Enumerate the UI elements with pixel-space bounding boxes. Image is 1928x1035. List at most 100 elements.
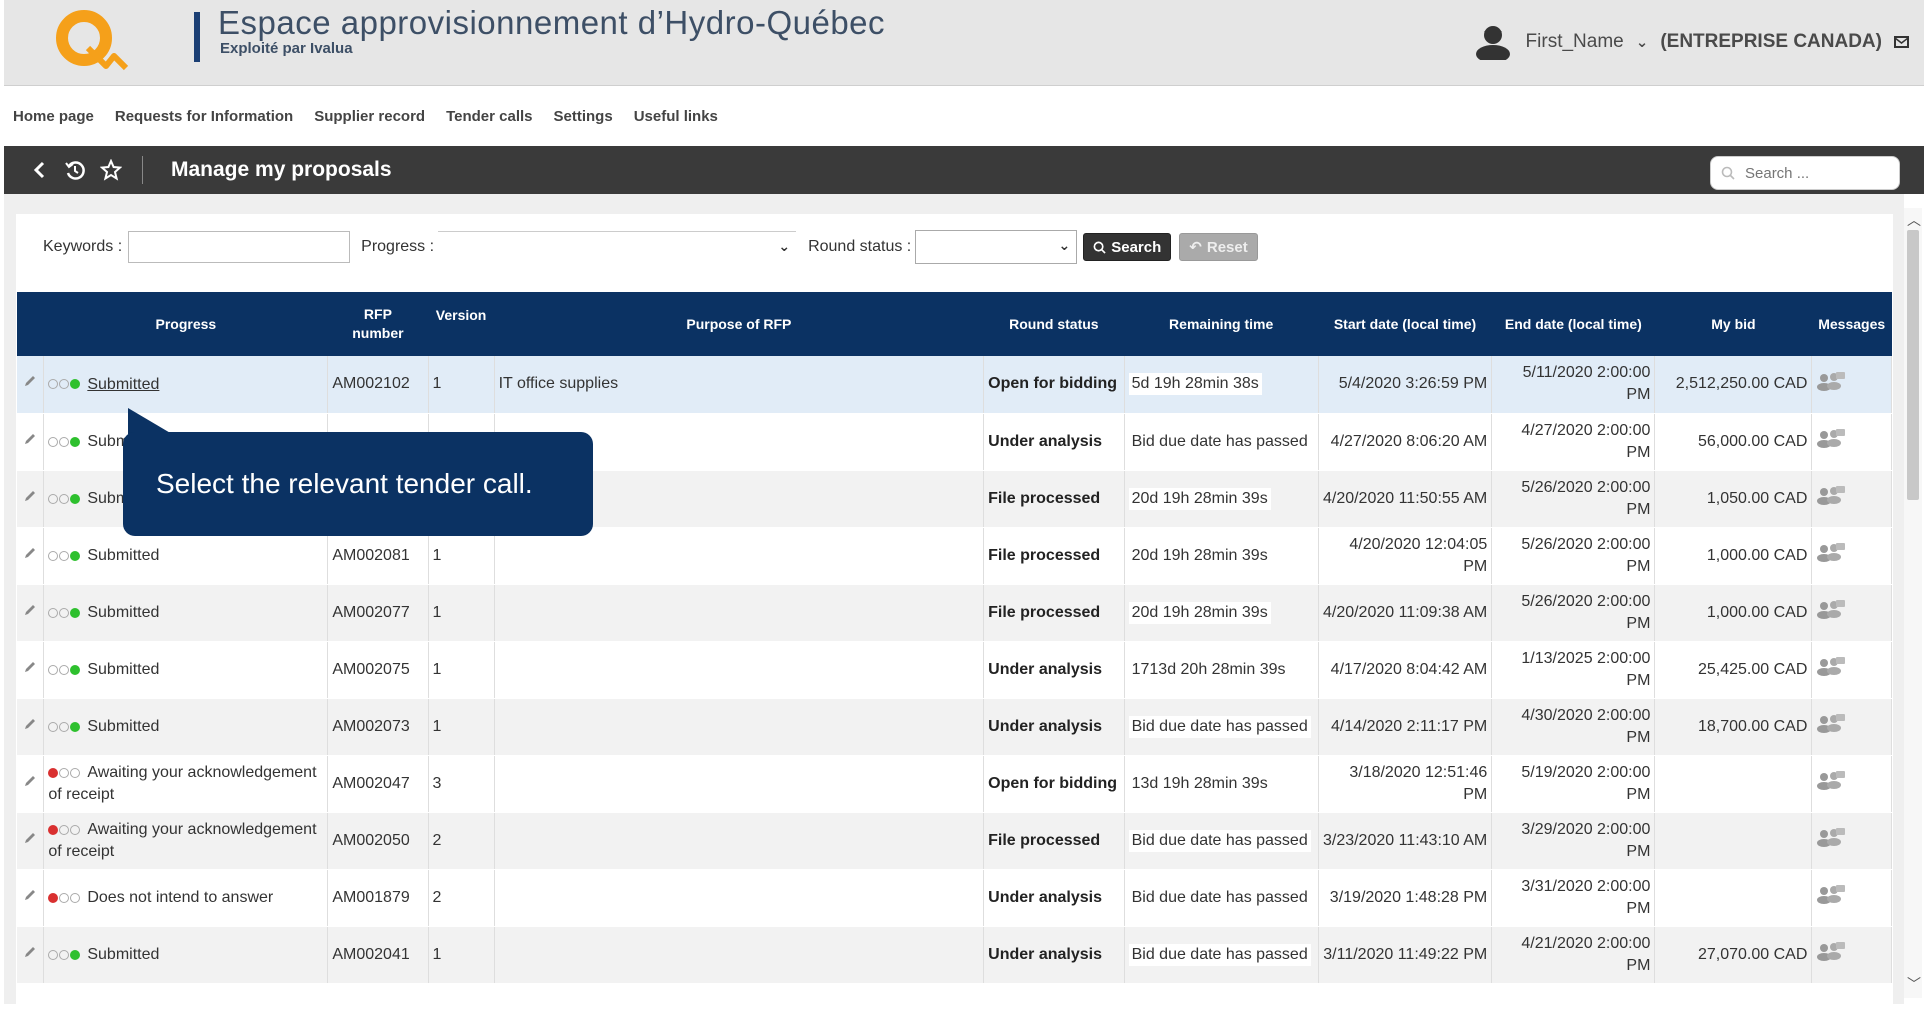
messages-users-icon[interactable]	[1816, 828, 1846, 851]
edit-cell[interactable]	[17, 926, 45, 984]
table-row[interactable]: Awaiting your acknowledgement of receipt…	[17, 755, 1892, 813]
pencil-edit-icon[interactable]	[23, 946, 37, 963]
user-name[interactable]: First_Name	[1526, 31, 1624, 53]
edit-cell[interactable]	[17, 698, 45, 756]
progress-cell[interactable]: Submitted	[43, 926, 329, 984]
back-icon[interactable]	[26, 157, 52, 183]
table-row[interactable]: Submitted AM002073 1 Under analysis Bid due …	[17, 698, 1892, 756]
nav-item-supplier-record[interactable]: Supplier record	[314, 108, 425, 125]
pencil-edit-icon[interactable]	[23, 547, 37, 564]
user-menu[interactable]: First_Name ⌄ (ENTREPRISE CANADA)	[1472, 24, 1910, 60]
table-row[interactable]: Does not intend to answer AM001879 2 Under …	[17, 869, 1892, 927]
progress-cell[interactable]: Submitted	[43, 698, 329, 756]
round-status-select[interactable]: ⌄	[915, 230, 1078, 264]
edit-cell[interactable]	[17, 755, 45, 813]
pencil-edit-icon[interactable]	[23, 832, 37, 849]
pencil-edit-icon[interactable]	[23, 375, 37, 392]
global-search[interactable]	[1710, 156, 1900, 190]
table-row[interactable]: Submitted AM002041 1 Under analysis Bid due …	[17, 926, 1892, 984]
pencil-edit-icon[interactable]	[23, 775, 37, 792]
messages-users-icon[interactable]	[1816, 657, 1846, 680]
history-icon[interactable]	[62, 157, 88, 183]
column-header-start-date[interactable]: Start date (local time)	[1318, 292, 1493, 356]
messages-cell[interactable]	[1811, 584, 1892, 642]
reset-button[interactable]: ↶ Reset	[1179, 233, 1258, 261]
scrollbar-thumb[interactable]	[1907, 230, 1919, 500]
column-header-round-status[interactable]: Round status	[983, 292, 1125, 356]
messages-users-icon[interactable]	[1816, 429, 1846, 452]
messages-users-icon[interactable]	[1816, 771, 1846, 794]
pencil-edit-icon[interactable]	[23, 661, 37, 678]
pencil-edit-icon[interactable]	[23, 718, 37, 735]
scroll-up-arrow-icon[interactable]: ︿	[1907, 210, 1921, 230]
edit-cell[interactable]	[17, 869, 45, 927]
edit-cell[interactable]	[17, 470, 45, 528]
messages-cell[interactable]	[1811, 470, 1892, 528]
column-header-remaining-time[interactable]: Remaining time	[1124, 292, 1319, 356]
messages-cell[interactable]	[1811, 356, 1892, 414]
vertical-scrollbar[interactable]: ︿ ﹀	[1904, 208, 1922, 998]
edit-cell[interactable]	[17, 527, 45, 585]
nav-item-tender-calls[interactable]: Tender calls	[446, 108, 532, 125]
progress-cell[interactable]: Submitted	[43, 584, 329, 642]
pencil-edit-icon[interactable]	[23, 889, 37, 906]
pencil-edit-icon[interactable]	[23, 490, 37, 507]
column-header-my-bid[interactable]: My bid	[1654, 292, 1813, 356]
global-search-input[interactable]	[1745, 164, 1885, 182]
messages-cell[interactable]	[1811, 641, 1892, 699]
table-row[interactable]: Submitted AM002102 1 IT office supplies Open…	[17, 356, 1892, 414]
messages-cell[interactable]	[1811, 698, 1892, 756]
favorite-star-icon[interactable]	[98, 157, 124, 183]
column-header-purpose[interactable]: Purpose of RFP	[494, 292, 985, 356]
messages-cell[interactable]	[1811, 869, 1892, 927]
chevron-down-icon[interactable]: ⌄	[1636, 33, 1649, 51]
column-header-progress[interactable]: Progress	[43, 292, 329, 356]
table-row[interactable]: Submitted AM002077 1 File processed 20d 19h …	[17, 584, 1892, 642]
mail-icon[interactable]	[1894, 35, 1910, 49]
messages-users-icon[interactable]	[1816, 942, 1846, 965]
pencil-edit-icon[interactable]	[23, 604, 37, 621]
keywords-label: Keywords :	[43, 238, 123, 255]
column-header-rfp-number[interactable]: RFP number	[327, 292, 429, 356]
nav-item-home-page[interactable]: Home page	[13, 108, 94, 125]
messages-users-icon[interactable]	[1816, 486, 1846, 509]
edit-cell[interactable]	[17, 641, 45, 699]
messages-cell[interactable]	[1811, 527, 1892, 585]
progress-select[interactable]: ⌄	[438, 231, 797, 263]
pencil-edit-icon[interactable]	[23, 433, 37, 450]
edit-cell[interactable]	[17, 812, 45, 870]
progress-text[interactable]: Submitted	[87, 376, 159, 393]
column-header-messages[interactable]: Messages	[1811, 292, 1892, 356]
progress-cell[interactable]: Submitted	[43, 356, 329, 414]
keywords-input[interactable]	[128, 231, 351, 263]
messages-users-icon[interactable]	[1816, 371, 1846, 395]
edit-cell[interactable]	[17, 356, 45, 414]
messages-users-icon[interactable]	[1816, 885, 1846, 908]
column-header-version[interactable]: Version	[428, 292, 495, 356]
progress-cell[interactable]: Submitted	[43, 641, 329, 699]
column-header-end-date[interactable]: End date (local time)	[1491, 292, 1656, 356]
nav-item-useful-links[interactable]: Useful links	[634, 108, 718, 125]
table-row[interactable]: Submitted AM002075 1 Under analysis 1713d 20…	[17, 641, 1892, 699]
table-row[interactable]: Awaiting your acknowledgement of receipt…	[17, 812, 1892, 870]
messages-cell[interactable]	[1811, 413, 1892, 471]
messages-users-icon[interactable]	[1816, 543, 1846, 566]
remaining-time-cell: Bid due date has passed	[1124, 926, 1319, 984]
messages-cell[interactable]	[1811, 812, 1892, 870]
messages-cell[interactable]	[1811, 926, 1892, 984]
scroll-down-arrow-icon[interactable]: ﹀	[1907, 974, 1921, 994]
edit-cell[interactable]	[17, 584, 45, 642]
nav-item-settings[interactable]: Settings	[554, 108, 613, 125]
progress-cell[interactable]: Awaiting your acknowledgement of receipt	[43, 812, 329, 870]
nav-item-requests-for-information[interactable]: Requests for Information	[115, 108, 293, 125]
progress-cell[interactable]: Awaiting your acknowledgement of receipt	[43, 755, 329, 813]
messages-users-icon[interactable]	[1816, 714, 1846, 737]
messages-users-icon[interactable]	[1816, 600, 1846, 623]
progress-cell[interactable]: Does not intend to answer	[43, 869, 329, 927]
search-icon	[1721, 166, 1735, 180]
messages-cell[interactable]	[1811, 755, 1892, 813]
hydro-quebec-logo[interactable]	[44, 8, 140, 72]
search-button[interactable]: Search	[1083, 233, 1172, 261]
edit-cell[interactable]	[17, 413, 45, 471]
start-date-cell: 5/4/2020 3:26:59 PM	[1318, 356, 1493, 414]
